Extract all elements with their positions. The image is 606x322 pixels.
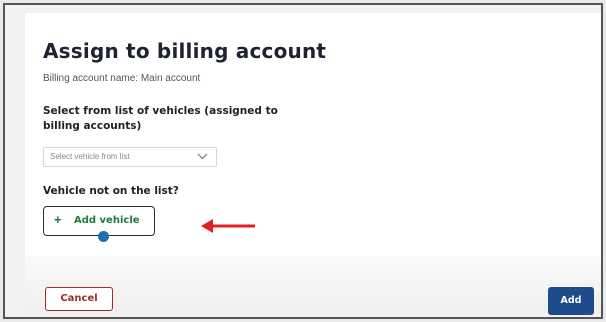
plus-icon: +	[54, 212, 62, 227]
vehicle-select-placeholder: Select vehicle from list	[50, 152, 130, 161]
chevron-down-icon	[197, 153, 208, 160]
assign-billing-dialog: Assign to billing account Billing accoun…	[25, 13, 601, 315]
red-arrow-annotation	[201, 219, 255, 233]
dialog-title: Assign to billing account	[43, 39, 327, 63]
billing-account-name: Billing account name: Main account	[43, 73, 201, 84]
mouse-cursor-indicator	[98, 231, 109, 242]
screenshot-frame: Assign to billing account Billing accoun…	[3, 3, 603, 319]
vehicle-select-label: Select from list of vehicles (assigned t…	[43, 105, 278, 132]
add-vehicle-button-label: Add vehicle	[74, 215, 140, 226]
vehicle-not-on-list-label: Vehicle not on the list?	[43, 185, 179, 197]
cancel-button[interactable]: Cancel	[45, 287, 113, 311]
vehicle-select-dropdown[interactable]: Select vehicle from list	[43, 147, 217, 167]
add-button[interactable]: Add	[548, 287, 594, 315]
